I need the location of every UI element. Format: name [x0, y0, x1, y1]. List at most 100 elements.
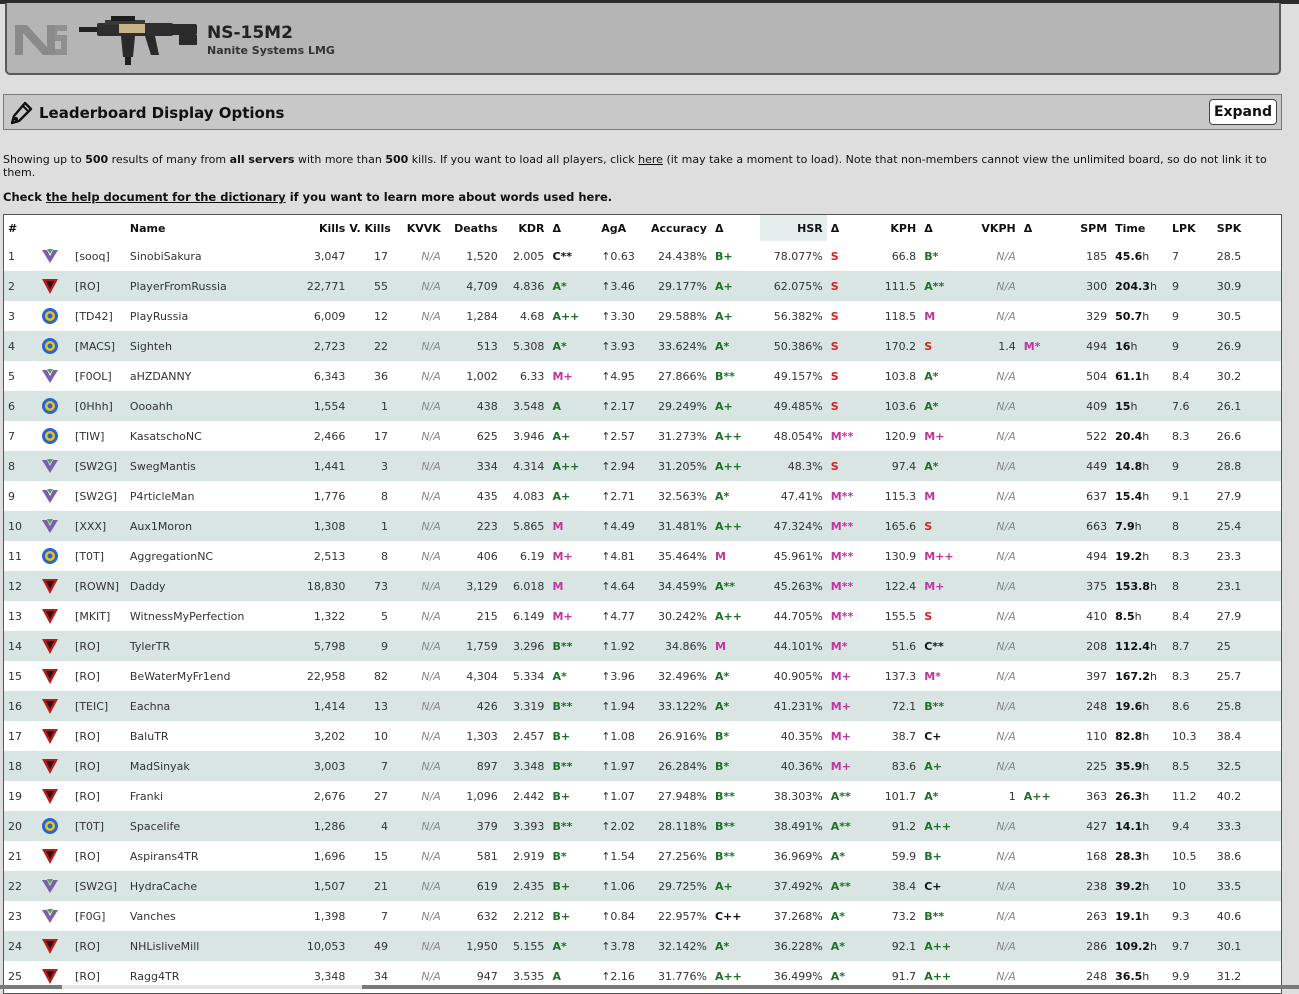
player-name[interactable]: AggregationNC — [126, 541, 301, 571]
outfit-tag[interactable]: [MACS] — [71, 331, 126, 361]
player-name[interactable]: NHLisliveMill — [125, 931, 301, 961]
player-name[interactable]: Oooahh — [125, 391, 301, 421]
outfit-tag[interactable]: [RO] — [71, 271, 126, 301]
outfit-tag[interactable]: [RO] — [71, 841, 126, 871]
vehicle-kills-cell: 9 — [349, 631, 393, 661]
column-header[interactable]: Deaths — [445, 215, 502, 241]
table-row: 19 [RO] Franki 2,676 27 N/A 1,096 2.442 B+ ↑1.07 2… — [4, 781, 1281, 811]
column-header[interactable]: Δ — [711, 215, 760, 241]
outfit-tag[interactable]: [RO] — [71, 661, 126, 691]
column-header[interactable]: KPH — [871, 215, 920, 241]
column-header[interactable]: Δ — [827, 215, 872, 241]
player-name[interactable]: TylerTR — [125, 631, 301, 661]
column-header[interactable]: Time — [1111, 215, 1168, 241]
hsr-grade: M** — [830, 489, 854, 503]
load-all-link[interactable]: here — [638, 153, 663, 166]
hsr-grade: S — [826, 391, 872, 421]
table-row: 15 [RO] BeWaterMyFr1end 22,958 82 N/A 4,304 5.3… — [4, 661, 1281, 691]
player-name[interactable]: Vanches — [126, 901, 301, 931]
kvvk-cell: N/A — [421, 369, 441, 383]
kdr-cell: 5.334 — [512, 669, 545, 683]
time-cell: 153.8h — [1111, 571, 1169, 601]
outfit-tag[interactable]: [RO] — [71, 631, 126, 661]
kph-cell: 72.1 — [871, 691, 921, 721]
player-name[interactable]: SwegMantis — [125, 451, 301, 481]
player-name[interactable]: Spacelife — [125, 811, 301, 841]
tr-icon — [41, 279, 58, 294]
hsr-cell: 48.054% — [773, 429, 823, 443]
player-name[interactable]: Eachna — [125, 691, 301, 721]
outfit-tag[interactable]: [TEIC] — [71, 691, 126, 721]
player-name[interactable]: aHZDANNY — [126, 361, 301, 391]
column-header[interactable]: Δ — [920, 215, 977, 241]
player-name[interactable]: KasatschoNC — [126, 421, 301, 451]
player-name[interactable]: Aspirans4TR — [126, 841, 301, 871]
hsr-grade: M** — [830, 549, 854, 563]
column-header[interactable]: Δ — [548, 215, 597, 241]
rank-cell: 7 — [8, 429, 15, 443]
column-header[interactable]: Δ — [1020, 215, 1067, 241]
outfit-tag[interactable]: [RO] — [71, 931, 126, 961]
kph-grade: B** — [920, 691, 978, 721]
bottom-scrollbar[interactable] — [0, 985, 1299, 989]
kvvk-cell: N/A — [392, 331, 445, 361]
column-header[interactable]: KDR — [502, 215, 549, 241]
outfit-tag[interactable]: [sooq] — [71, 241, 126, 271]
outfit-tag[interactable]: [MKIT] — [71, 601, 126, 631]
outfit-tag[interactable]: [F0G] — [71, 901, 126, 931]
outfit-tag[interactable]: [T0T] — [71, 541, 126, 571]
player-name[interactable]: BeWaterMyFr1end — [126, 661, 301, 691]
player-name[interactable]: HydraCache — [125, 871, 301, 901]
column-header[interactable]: LPK — [1168, 215, 1213, 241]
player-name[interactable]: PlayerFromRussia — [125, 271, 301, 301]
player-name[interactable]: SinobiSakura — [126, 241, 301, 271]
outfit-tag[interactable]: [0Hhh] — [71, 391, 126, 421]
outfit-tag[interactable]: [F0OL] — [71, 361, 126, 391]
player-name[interactable]: P4rticleMan — [126, 481, 301, 511]
expand-button[interactable]: Expand — [1208, 99, 1277, 125]
vehicle-kills-cell: 5 — [381, 609, 389, 623]
outfit-tag[interactable]: [RO] — [71, 751, 126, 781]
column-header[interactable]: AgA — [597, 215, 646, 241]
player-name[interactable]: PlayRussia — [126, 301, 301, 331]
outfit-tag[interactable]: [SW2G] — [71, 871, 126, 901]
aga-cell: ↑3.78 — [597, 931, 646, 961]
outfit-tag[interactable]: [RO] — [71, 781, 126, 811]
outfit-tag[interactable]: [SW2G] — [71, 481, 126, 511]
outfit-tag[interactable]: [T0T] — [71, 811, 126, 841]
player-name[interactable]: Franki — [126, 781, 301, 811]
column-header[interactable]: SPM — [1066, 215, 1111, 241]
time-unit: h — [1142, 969, 1150, 983]
column-header[interactable]: V. Kills — [349, 215, 392, 241]
player-name[interactable]: Sighteh — [125, 331, 301, 361]
accuracy-grade: A++ — [710, 451, 760, 481]
player-name[interactable]: BaluTR — [126, 721, 301, 751]
outfit-tag[interactable]: [SW2G] — [71, 451, 126, 481]
player-name[interactable]: Aux1Moron — [125, 511, 301, 541]
vkph-cell: N/A — [977, 511, 1020, 541]
kvvk-cell: N/A — [421, 549, 441, 563]
time-unit: h — [1149, 579, 1157, 593]
column-header[interactable]: VKPH — [977, 215, 1020, 241]
outfit-tag[interactable]: [TD42] — [71, 301, 126, 331]
kdr-cell: 2.212 — [512, 909, 545, 923]
help-document-link[interactable]: the help document for the dictionary — [46, 190, 286, 204]
time-unit: h — [1142, 429, 1150, 443]
column-header[interactable]: # — [4, 215, 37, 241]
column-header[interactable]: Name — [126, 215, 301, 241]
column-header[interactable]: KVVK — [392, 215, 445, 241]
outfit-tag[interactable]: [ROWN] — [71, 571, 126, 601]
outfit-tag[interactable]: [RO] — [71, 721, 126, 751]
column-header[interactable]: SPK — [1213, 215, 1281, 241]
scrollbar-thumb[interactable] — [62, 985, 362, 989]
column-header[interactable]: HSR — [759, 215, 827, 241]
vkph-cell: N/A — [977, 391, 1020, 421]
player-name[interactable]: WitnessMyPerfection — [126, 601, 301, 631]
player-name[interactable]: MadSinyak — [125, 751, 301, 781]
vkph-grade — [1020, 361, 1067, 391]
column-header[interactable]: Kills — [301, 215, 350, 241]
outfit-tag[interactable]: [XXX] — [71, 511, 126, 541]
player-name[interactable]: Daddy — [125, 571, 301, 601]
outfit-tag[interactable]: [TIW] — [71, 421, 126, 451]
column-header[interactable]: Accuracy — [646, 215, 711, 241]
